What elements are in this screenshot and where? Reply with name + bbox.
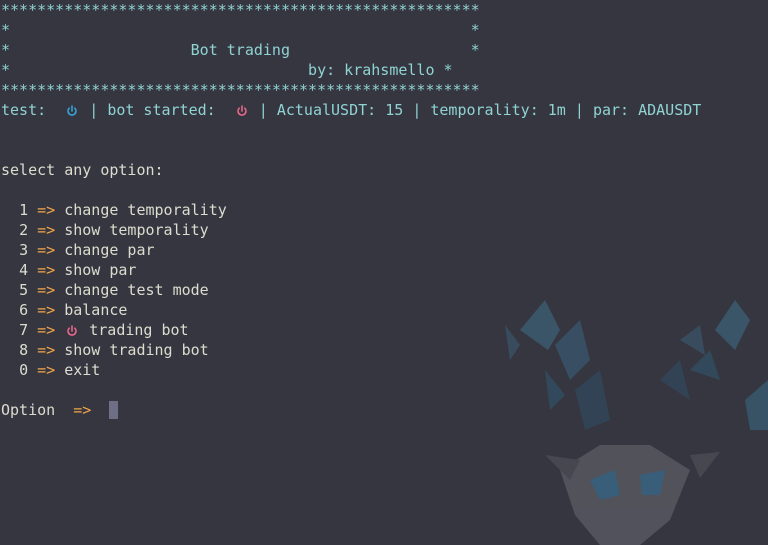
temporality-value: temporality: 1m — [430, 101, 566, 119]
terminal-window[interactable]: ****************************************… — [0, 0, 768, 545]
menu-item[interactable]: 5 => change test mode — [1, 280, 209, 300]
bot-started-label: bot started: — [107, 101, 216, 119]
arrow-indicator: => — [37, 281, 56, 299]
menu-item-number: 1 — [19, 201, 29, 219]
bot-started-power-icon — [234, 100, 250, 120]
arrow-indicator: => — [37, 321, 56, 339]
arrow-indicator: => — [37, 341, 56, 359]
menu-item-label: exit — [64, 361, 101, 379]
menu-item-number: 0 — [19, 361, 29, 379]
menu-item[interactable]: 6 => balance — [1, 300, 127, 320]
banner-author-row: * by: krahsmello * — [1, 61, 453, 79]
menu-item-number: 5 — [19, 281, 29, 299]
test-power-icon — [64, 100, 80, 120]
menu-item-number: 4 — [19, 261, 29, 279]
menu-prompt: select any option: — [1, 161, 164, 179]
arrow-indicator: => — [37, 221, 56, 239]
menu-item[interactable]: 3 => change par — [1, 240, 155, 260]
menu-item[interactable]: 4 => show par — [1, 260, 136, 280]
banner-border-bottom: ****************************************… — [1, 81, 480, 99]
menu-item-label: show temporality — [64, 221, 209, 239]
status-separator: | — [89, 101, 99, 119]
menu-item-label: show trading bot — [64, 341, 209, 359]
menu-item-number: 6 — [19, 301, 29, 319]
power-icon — [64, 320, 80, 340]
banner-border-top: ****************************************… — [1, 1, 480, 19]
menu-item[interactable]: 0 => exit — [1, 360, 100, 380]
text-cursor — [109, 401, 119, 419]
menu-item-label: show par — [64, 261, 137, 279]
banner-empty-row: * * — [1, 21, 480, 39]
arrow-indicator: => — [37, 201, 56, 219]
menu-item-label: change test mode — [64, 281, 209, 299]
test-label: test: — [1, 101, 47, 119]
actual-usdt-value: ActualUSDT: 15 — [276, 101, 404, 119]
arrow-indicator: => — [37, 361, 56, 379]
status-line: test: | bot started: | ActualUSDT: 15 | … — [1, 100, 701, 120]
menu-item[interactable]: 1 => change temporality — [1, 200, 227, 220]
menu-item-label: balance — [64, 301, 128, 319]
menu-item-number: 3 — [19, 241, 29, 259]
arrow-indicator: => — [37, 261, 56, 279]
menu-item-number: 8 — [19, 341, 29, 359]
menu-item-number: 2 — [19, 221, 29, 239]
arrow-indicator: => — [37, 301, 56, 319]
menu-item[interactable]: 2 => show temporality — [1, 220, 209, 240]
status-separator: | — [574, 101, 584, 119]
menu-item[interactable]: 8 => show trading bot — [1, 340, 209, 360]
status-separator: | — [412, 101, 422, 119]
arrow-indicator: => — [37, 241, 56, 259]
menu-item-label: trading bot — [89, 321, 189, 339]
option-label: Option — [1, 401, 56, 419]
status-separator: | — [258, 101, 268, 119]
menu-item-number: 7 — [19, 321, 29, 339]
menu-item-label: change par — [64, 241, 155, 259]
banner-title-row: * Bot trading * — [1, 41, 480, 59]
menu-item-label: change temporality — [64, 201, 227, 219]
option-input-line[interactable]: Option => — [1, 400, 119, 420]
arrow-indicator: => — [73, 401, 92, 419]
par-value: par: ADAUSDT — [592, 101, 702, 119]
menu-item[interactable]: 7 => trading bot — [1, 320, 189, 340]
